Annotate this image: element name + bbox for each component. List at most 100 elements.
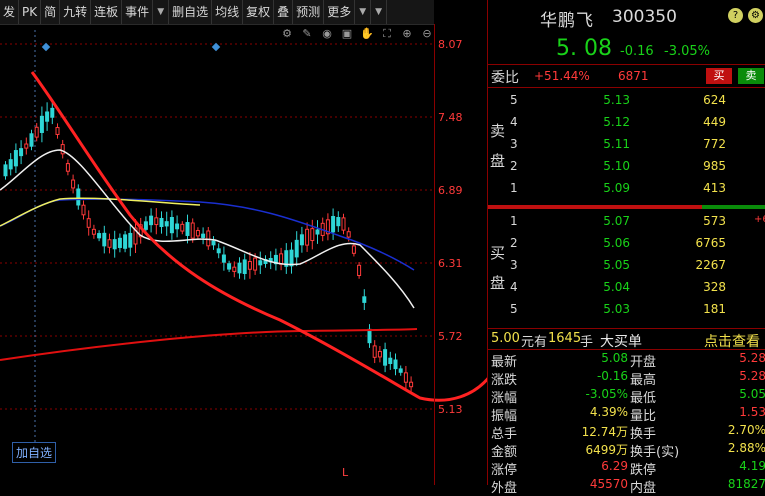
- candle-body: [8, 159, 13, 170]
- events-dropdown-icon[interactable]: ▼: [153, 0, 170, 24]
- ask-row[interactable]: 1 5.09 413: [488, 178, 765, 200]
- settings-gear-icon[interactable]: ⚙: [748, 8, 763, 23]
- price-axis-label: 6.89: [438, 184, 463, 197]
- bid-volume: 2267: [695, 258, 726, 272]
- candle-body: [247, 261, 252, 270]
- candle-body: [117, 237, 122, 248]
- ask-row[interactable]: 2 5.10 985: [488, 156, 765, 178]
- toolbar-item-events[interactable]: 事件: [122, 0, 154, 24]
- toolbar-item-lianban[interactable]: 连板: [91, 0, 123, 24]
- stock-name: 华鹏飞: [540, 11, 594, 31]
- candle-body: [91, 228, 96, 235]
- candle-body: [81, 204, 86, 216]
- toolbar-item-jian[interactable]: 简: [41, 0, 61, 24]
- candle-body: [393, 359, 398, 370]
- candle-body: [86, 218, 91, 228]
- bid-row[interactable]: 2 5.06 6765: [488, 233, 765, 255]
- price-axis-label: 5.13: [438, 403, 463, 416]
- bid-row[interactable]: 3 5.05 2267: [488, 255, 765, 277]
- stock-code: 300350: [612, 7, 677, 27]
- add-watchlist-button[interactable]: 加自选: [12, 442, 57, 463]
- candle-body: [367, 328, 372, 344]
- toolbar-item-pk[interactable]: PK: [19, 0, 42, 24]
- buy-strength-bar: [488, 205, 702, 209]
- stat-label: 内盘: [630, 481, 657, 496]
- toolbar-item-fa[interactable]: 发: [0, 0, 20, 24]
- sell-button[interactable]: 卖: [738, 68, 764, 84]
- toolbar-item-moving-average[interactable]: 均线: [212, 0, 244, 24]
- candle-body: [377, 350, 382, 358]
- chart-toolbar: 发 PK 简 九转 连板 事件 ▼ 删自选 均线 复权 叠 预测 更多 ▼ ▼: [0, 0, 434, 25]
- candle-body: [227, 263, 232, 270]
- ask-level: 3: [510, 137, 518, 151]
- bid-level: 2: [510, 236, 518, 250]
- bid-row[interactable]: 5 5.03 181: [488, 299, 765, 321]
- price-axis-label: 5.72: [438, 330, 463, 343]
- candle-body: [232, 266, 237, 272]
- candle-body: [383, 349, 388, 366]
- sell-strength-bar: [702, 205, 765, 209]
- ask-row[interactable]: 4 5.12 449: [488, 112, 765, 134]
- stats-row: 金额 6499万 换手(实) 2.88%: [488, 440, 765, 460]
- event-marker-icon[interactable]: [211, 42, 221, 52]
- candle-body: [55, 127, 60, 135]
- candle-body: [403, 372, 408, 383]
- candle-body: [97, 233, 102, 239]
- bid-price: 5.05: [603, 258, 630, 272]
- price-axis-label: 8.07: [438, 38, 463, 51]
- bid-volume: 181: [703, 302, 726, 316]
- candlestick-chart[interactable]: [0, 25, 490, 485]
- toolbar-item-jiuzhuan[interactable]: 九转: [60, 0, 92, 24]
- ask-row[interactable]: 3 5.11 772: [488, 134, 765, 156]
- toolbar-item-adjust[interactable]: 复权: [243, 0, 275, 24]
- order-ratio-value: +51.44%: [534, 69, 590, 83]
- candle-body: [398, 368, 403, 373]
- bid-row[interactable]: 4 5.04 328: [488, 277, 765, 299]
- stats-row: 振幅 4.39% 量比 1.53: [488, 404, 765, 424]
- ask-volume: 413: [703, 181, 726, 195]
- price-change-pct: -3.05%: [664, 44, 710, 59]
- help-icon[interactable]: ?: [728, 8, 743, 23]
- candle-body: [294, 239, 299, 258]
- candle-body: [123, 234, 128, 249]
- candle-body: [310, 228, 315, 242]
- large-trade-unit: 手: [580, 335, 594, 350]
- stat-value: 81827: [727, 477, 765, 491]
- candle-body: [279, 253, 284, 265]
- click-view-link[interactable]: 点击查看: [704, 331, 760, 351]
- candle-body: [362, 296, 367, 303]
- ma-long-line: [0, 328, 418, 361]
- candle-body: [128, 232, 133, 248]
- candle-body: [112, 239, 117, 250]
- candle-body: [221, 254, 226, 263]
- ask-row[interactable]: 5 5.13 624: [488, 90, 765, 112]
- candle-body: [206, 230, 211, 247]
- candle-body: [143, 221, 148, 230]
- ask-volume: 772: [703, 137, 726, 151]
- candle-body: [289, 249, 294, 267]
- large-trade-volume: 1645: [548, 331, 582, 346]
- toolbar-item-overlay[interactable]: 叠: [274, 0, 294, 24]
- large-trade-price: 5.00: [491, 331, 520, 346]
- stat-value: 6499万: [585, 443, 628, 457]
- toolbar-item-forecast[interactable]: 预测: [293, 0, 325, 24]
- toolbar-item-more[interactable]: 更多: [324, 0, 356, 24]
- l-marker: L: [342, 466, 349, 479]
- candle-series: [3, 101, 414, 393]
- ask-volume: 985: [703, 159, 726, 173]
- bid-level: 4: [510, 280, 518, 294]
- candle-body: [185, 222, 190, 236]
- more-dropdown-icon[interactable]: ▼: [355, 0, 372, 24]
- event-marker-icon[interactable]: [41, 42, 51, 52]
- candle-body: [65, 163, 70, 172]
- toolbar-item-remove-watchlist[interactable]: 删自选: [169, 0, 213, 24]
- buy-button[interactable]: 买: [706, 68, 732, 84]
- candle-body: [107, 239, 112, 248]
- ask-volume: 449: [703, 115, 726, 129]
- candle-body: [331, 216, 336, 233]
- candle-body: [3, 164, 8, 177]
- bid-row[interactable]: 1 5.07 573 +6: [488, 211, 765, 233]
- collapse-icon[interactable]: ▼: [371, 0, 388, 24]
- candle-body: [315, 229, 320, 235]
- ask-level: 5: [510, 93, 518, 107]
